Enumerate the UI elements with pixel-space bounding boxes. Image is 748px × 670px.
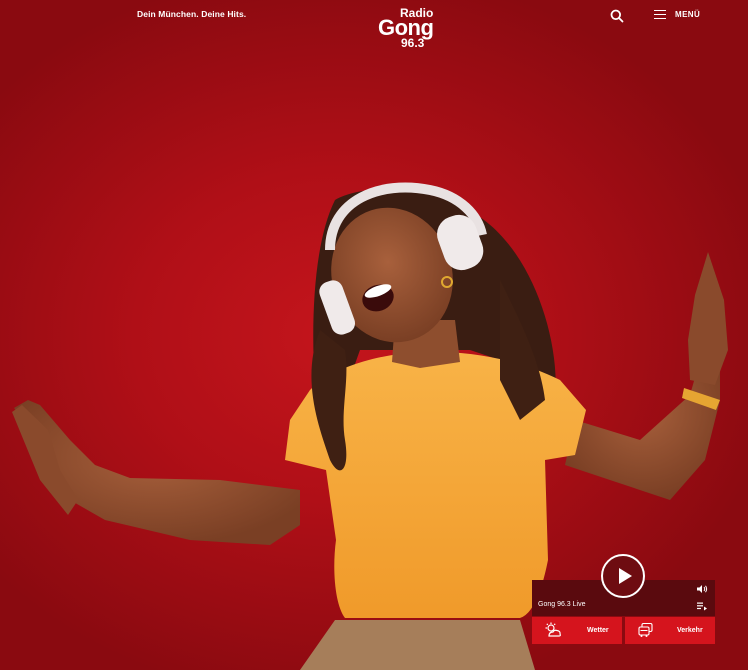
menu-button[interactable]: MENÜ: [654, 6, 714, 22]
menu-label: MENÜ: [675, 9, 701, 19]
info-bar: Wetter Verkehr: [532, 617, 715, 644]
top-navigation: Dein München. Deine Hits. Radio Gong 96.…: [0, 0, 748, 50]
hamburger-icon: [654, 9, 666, 19]
playlist-icon[interactable]: [696, 601, 708, 611]
traffic-label: Verkehr: [677, 627, 703, 634]
radio-gong-logo[interactable]: Radio Gong 96.3: [378, 6, 460, 52]
weather-label: Wetter: [587, 627, 609, 634]
tagline: Dein München. Deine Hits.: [137, 9, 247, 19]
station-label: Gong 96.3 Live: [538, 601, 586, 608]
weather-icon: [545, 622, 561, 637]
weather-button[interactable]: Wetter: [532, 617, 622, 644]
play-button[interactable]: [601, 554, 645, 598]
logo-line-frequency: 96.3: [401, 36, 425, 50]
traffic-button[interactable]: Verkehr: [625, 617, 715, 644]
search-button[interactable]: [606, 6, 626, 24]
play-icon: [619, 568, 632, 584]
search-icon: [610, 9, 624, 23]
traffic-car-icon: [638, 622, 653, 637]
volume-icon[interactable]: [696, 584, 708, 594]
